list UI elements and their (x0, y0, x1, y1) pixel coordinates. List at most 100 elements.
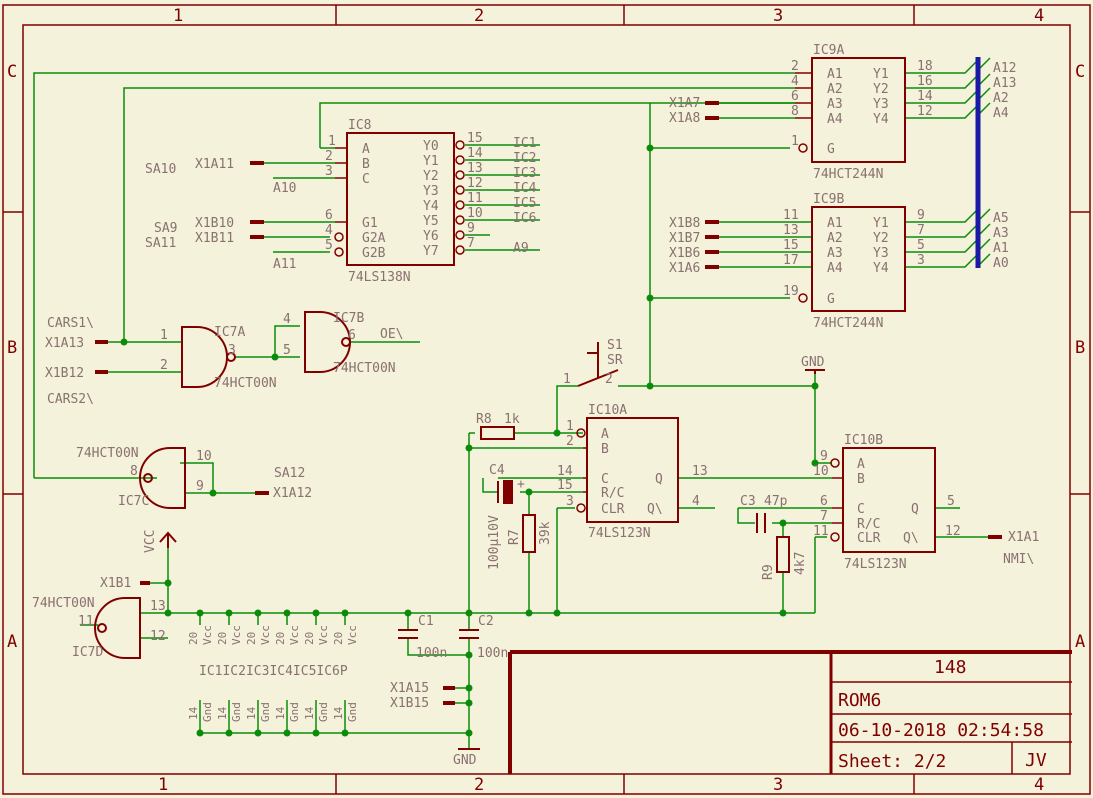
frame-row-c-right: C (1075, 62, 1085, 82)
power-ic-names: IC1IC2IC3IC4IC5IC6P (199, 664, 348, 679)
label-nmi: NMI\ (1003, 552, 1034, 567)
gnd-label-5: Gnd (317, 702, 330, 722)
ic9b-pin15: 15 (783, 238, 799, 253)
vcc-pin-1: 20 (187, 632, 200, 645)
ic9a-pin16: 16 (917, 74, 933, 89)
net-a12: A12 (993, 61, 1016, 76)
gnd-label-2: Gnd (230, 702, 243, 722)
ic9b-pin19: 19 (783, 284, 799, 299)
ic8-pin12: 12 (467, 176, 483, 191)
ic8-pin10: 10 (467, 206, 483, 221)
gnd-label-3: Gnd (259, 702, 272, 722)
ic8-pin7: 7 (467, 236, 475, 251)
ic9b-out-y4: Y4 (873, 261, 889, 276)
ic8-in-a: A (362, 142, 370, 157)
ic7d-pin12: 12 (150, 629, 166, 644)
ic8-pin15: 15 (467, 131, 483, 146)
ic10a-pin1: 1 (566, 419, 574, 434)
ic9b-in-g: G (827, 292, 835, 307)
ic8-pin6: 6 (325, 208, 333, 223)
frame-row-a-right: A (1075, 632, 1085, 652)
ic10a-out-q: Q (655, 472, 663, 487)
frame-col-2-bottom: 2 (474, 775, 484, 795)
gnd-bottom-label: GND (453, 753, 477, 768)
ic9b-pin17: 17 (783, 253, 799, 268)
net-a2: A2 (993, 91, 1009, 106)
ic9a-pin1: 1 (791, 134, 799, 149)
ic10a-in-c: C (601, 472, 609, 487)
ic7b-name: IC7B (333, 311, 364, 326)
ic7a-name: IC7A (214, 325, 245, 340)
label-x1a13: X1A13 (45, 336, 84, 351)
ic9b-type: 74HCT244N (813, 316, 883, 331)
label-x1b8: X1B8 (669, 216, 700, 231)
ic10a-in-b: B (601, 442, 609, 457)
vcc-label-1: Vcc (201, 625, 214, 645)
ic9a-type: 74HCT244N (813, 167, 883, 182)
label-x1b15: X1B15 (390, 696, 429, 711)
ic10b-pin7: 7 (820, 509, 828, 524)
ic9b-name: IC9B (813, 192, 844, 207)
frame-col-2-top: 2 (474, 6, 484, 26)
ic8-in-g2b: G2B (362, 246, 386, 261)
ic7b-pin6: 6 (348, 328, 356, 343)
ic10a-pin14: 14 (557, 464, 573, 479)
ic8-pin11: 11 (467, 191, 483, 206)
label-x1a11: X1A11 (195, 157, 234, 172)
s1-name: S1 (607, 338, 623, 353)
title-name: ROM6 (838, 690, 881, 711)
c1-name: C1 (418, 614, 434, 629)
ic8-pin13: 13 (467, 161, 483, 176)
ic8-in-g1: G1 (362, 216, 378, 231)
ic10b-in-b: B (857, 472, 865, 487)
ic7c-name: IC7C (118, 494, 149, 509)
vcc-pin-3: 20 (245, 632, 258, 645)
ic10a-pin13: 13 (692, 464, 708, 479)
ic8-out-y6: Y6 (423, 229, 439, 244)
ic9a-pin6: 6 (791, 89, 799, 104)
vcc-pin-5: 20 (303, 632, 316, 645)
ic10b-in-a: A (857, 457, 865, 472)
ic9b-pin5: 5 (917, 238, 925, 253)
label-x1b10: X1B10 (195, 216, 234, 231)
ic8-pin5: 5 (325, 238, 333, 253)
ic9b-out-y3: Y3 (873, 246, 889, 261)
c2-value: 100n (477, 646, 508, 661)
ic9a-pin4: 4 (791, 74, 799, 89)
ic7b-pin5: 5 (283, 343, 291, 358)
ic7d-type: 74HCT00N (32, 596, 95, 611)
ic10a-pin3: 3 (566, 494, 574, 509)
label-a10: A10 (273, 181, 296, 196)
vcc-label-5: Vcc (317, 625, 330, 645)
net-a1: A1 (993, 241, 1009, 256)
c2-name: C2 (478, 614, 494, 629)
ic9b-pin11: 11 (783, 208, 799, 223)
vcc-pin-6: 20 (332, 632, 345, 645)
ic10b-in-c: C (857, 502, 865, 517)
frame-row-b-right: B (1075, 338, 1085, 358)
ic9a-out-y3: Y3 (873, 97, 889, 112)
ic10a-in-a: A (601, 427, 609, 442)
ic10b-in-rc: R/C (857, 517, 880, 532)
ic9a-in-a2: A2 (827, 82, 843, 97)
ic9a-in-a3: A3 (827, 97, 843, 112)
ic7d-pin11: 11 (78, 614, 94, 629)
frame-row-c-left: C (7, 62, 17, 82)
label-x1a12: X1A12 (273, 486, 312, 501)
ic8-out-y2: Y2 (423, 169, 439, 184)
ic10a-name: IC10A (588, 403, 627, 418)
gnd-pin-3: 14 (245, 706, 258, 720)
label-x1a6: X1A6 (669, 261, 700, 276)
ic7a-pin3: 3 (228, 343, 236, 358)
label-cars1: CARS1\ (47, 316, 94, 331)
frame-col-4-bottom: 4 (1034, 775, 1044, 795)
label-x1a1: X1A1 (1008, 530, 1039, 545)
net-ic4: IC4 (513, 181, 537, 196)
ic9a-pin14: 14 (917, 89, 933, 104)
ic7a-pin1: 1 (160, 328, 168, 343)
ic9a-out-y1: Y1 (873, 67, 889, 82)
c3-name: C3 (740, 494, 756, 509)
ic10a-out-qn: Q\ (647, 502, 663, 517)
label-a11: A11 (273, 257, 296, 272)
ic9b-in-a2: A2 (827, 231, 843, 246)
